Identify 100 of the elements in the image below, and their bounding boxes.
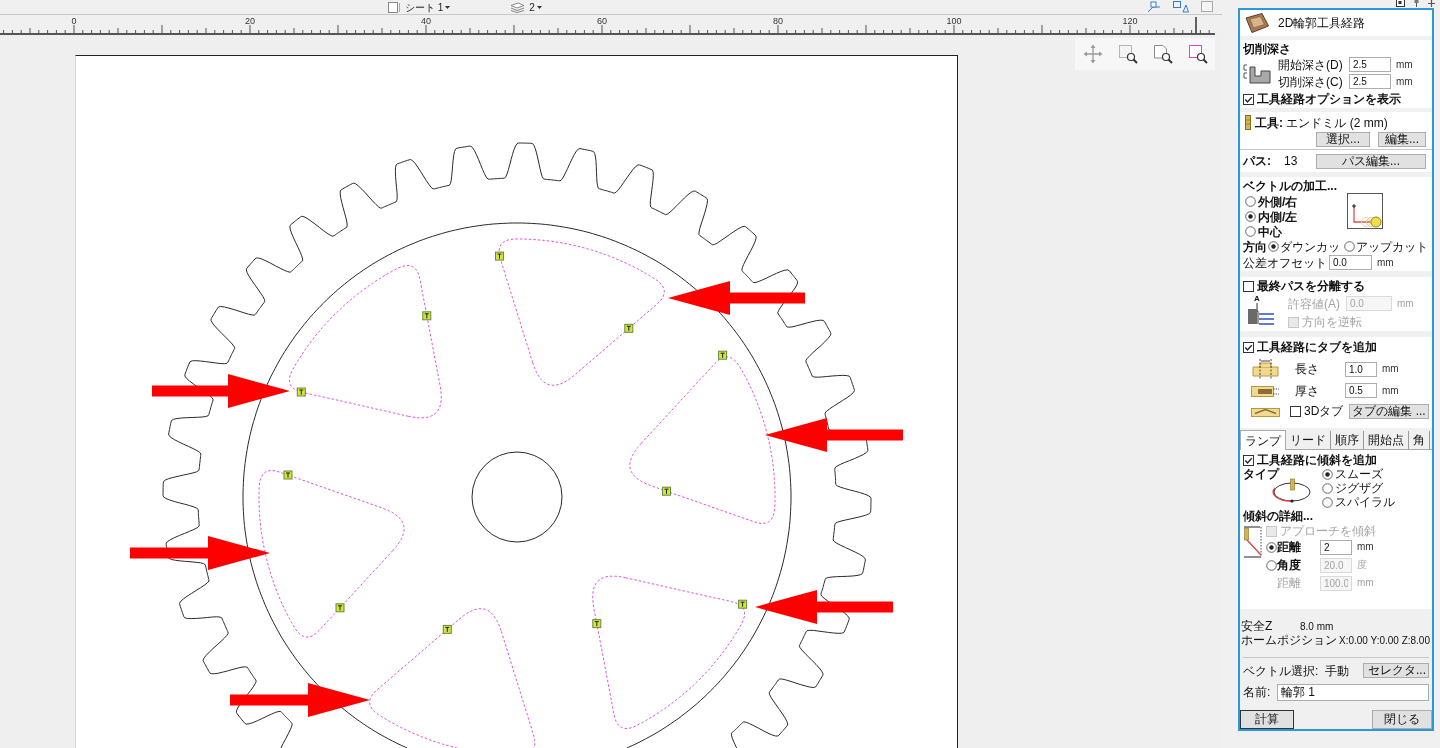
- tab-marker-icon[interactable]: [662, 486, 671, 496]
- field-label: 公差オフセット: [1243, 255, 1328, 270]
- field-label: 距離: [1277, 576, 1302, 590]
- dialog-button[interactable]: 計算: [1240, 710, 1294, 729]
- checkbox-label: 工具経路にタブを追加: [1257, 340, 1377, 354]
- tab-marker-icon[interactable]: [495, 251, 504, 261]
- depth-input[interactable]: 2.5: [1349, 57, 1391, 72]
- radio-button[interactable]: [1245, 226, 1256, 237]
- page-zoom-icon[interactable]: [1152, 44, 1173, 64]
- pass-count: 13: [1284, 154, 1298, 168]
- unit-label: mm: [1396, 57, 1413, 72]
- radio-label: 中心: [1258, 224, 1282, 239]
- ruler-label: 100: [946, 16, 962, 26]
- name-input[interactable]: 輪郭 1: [1277, 683, 1429, 701]
- gear-outline[interactable]: [162, 142, 872, 748]
- checkbox[interactable]: [1243, 280, 1254, 292]
- option-tab[interactable]: リード: [1286, 431, 1331, 449]
- tab-size-input[interactable]: 1.0: [1345, 361, 1377, 377]
- selection-zoom-icon[interactable]: [1187, 44, 1208, 64]
- ramp-input[interactable]: 2: [1320, 539, 1352, 555]
- option-tab[interactable]: 角: [1409, 431, 1430, 449]
- section-heading: 切削深さ: [1243, 42, 1292, 56]
- unit-label: mm: [1357, 576, 1374, 590]
- checkbox[interactable]: [1243, 341, 1254, 353]
- tab-size-input[interactable]: 0.5: [1345, 383, 1377, 398]
- radio-button[interactable]: [1266, 541, 1277, 553]
- checkbox[interactable]: [1290, 405, 1301, 417]
- checkbox-label: 工具経路オプションを表示: [1257, 92, 1401, 106]
- safe-z-value: 8.0 mm: [1300, 620, 1334, 634]
- pin-icon[interactable]: [1414, 0, 1419, 7]
- option-tab[interactable]: ランプ: [1240, 430, 1286, 450]
- move-icon[interactable]: [1082, 44, 1103, 64]
- tab-3d-icon: [1251, 405, 1280, 417]
- radio-button[interactable]: [1322, 482, 1333, 494]
- field-label: 安全Z: [1241, 619, 1274, 633]
- section-heading: 傾斜の詳細...: [1243, 509, 1314, 523]
- square-zoom-icon[interactable]: [1117, 44, 1138, 64]
- ramp-slope-icon: [1243, 524, 1263, 560]
- field-label: 方向: [1243, 239, 1268, 254]
- option-tab[interactable]: 開始点: [1364, 431, 1409, 449]
- tab-marker-icon[interactable]: [283, 470, 293, 480]
- checkbox[interactable]: [1243, 454, 1254, 466]
- tab-marker-icon[interactable]: [442, 624, 452, 634]
- edit-tabs-button[interactable]: タブの編集 ...: [1349, 403, 1429, 419]
- ruler-label: 0: [71, 16, 77, 26]
- shapes-icon[interactable]: [1173, 1, 1189, 13]
- tab-marker-icon[interactable]: [335, 603, 345, 613]
- plate-icon: [1244, 12, 1270, 34]
- option-tab[interactable]: 順序: [1331, 431, 1364, 449]
- unit-label: mm: [1382, 362, 1399, 376]
- section-heading: ベクトルの加工...: [1243, 179, 1338, 193]
- caret-icon: [536, 6, 542, 9]
- field-label: パス:: [1243, 154, 1272, 168]
- tab-marker-icon[interactable]: [738, 599, 748, 609]
- selection-mode: 手動: [1325, 663, 1349, 678]
- selector-button[interactable]: セレクタ...: [1363, 663, 1429, 678]
- checkbox-label: アプローチを傾斜: [1280, 524, 1376, 538]
- plus-icon[interactable]: [1428, 0, 1435, 7]
- layers-icon[interactable]: [510, 1, 526, 13]
- edit-passes-button[interactable]: パス編集...: [1316, 153, 1426, 169]
- depth-profile-icon: [1243, 62, 1271, 84]
- layer-dropdown[interactable]: 2: [529, 2, 542, 13]
- tool-button[interactable]: 編集...: [1378, 132, 1426, 147]
- window-icon[interactable]: [1396, 0, 1405, 7]
- radio-label: 内側/左: [1258, 209, 1298, 224]
- offset-input[interactable]: 0.0: [1329, 255, 1372, 270]
- tab-marker-icon[interactable]: [422, 311, 432, 321]
- radio-button[interactable]: [1322, 468, 1333, 480]
- dialog-button[interactable]: 閉じる: [1372, 710, 1432, 729]
- ruler-label: 40: [421, 16, 431, 26]
- field-label: 開始深さ(D): [1278, 57, 1344, 72]
- tab-marker-icon[interactable]: [718, 350, 728, 360]
- sheet-dropdown[interactable]: シート 1: [405, 2, 451, 13]
- field-label: 切削深さ(C): [1278, 74, 1344, 89]
- depth-input[interactable]: 2.5: [1349, 74, 1391, 89]
- radio-button[interactable]: [1322, 496, 1333, 508]
- panel-title: 2D輪郭工具経路: [1278, 16, 1366, 30]
- radio-button[interactable]: [1344, 241, 1355, 252]
- checkbox[interactable]: [1243, 93, 1254, 105]
- sheet-icon[interactable]: [388, 2, 401, 13]
- tool-button[interactable]: 選択...: [1316, 132, 1370, 147]
- tool-bit-icon: [1245, 115, 1251, 130]
- node-snap-icon[interactable]: [1147, 1, 1161, 13]
- radio-button[interactable]: [1245, 211, 1256, 222]
- radio-label: ジグザグ: [1335, 481, 1383, 495]
- tab-marker-icon[interactable]: [624, 323, 634, 333]
- radio-label: ダウンカッ: [1280, 239, 1340, 254]
- field-label: 名前:: [1243, 685, 1272, 699]
- field-label: 角度: [1277, 558, 1302, 572]
- radio-button[interactable]: [1245, 196, 1256, 207]
- field-label: 長さ: [1295, 362, 1320, 376]
- offset-preview-icon: [1347, 193, 1383, 229]
- radio-label: アップカット: [1356, 239, 1428, 254]
- radio-label: スムーズ: [1335, 467, 1383, 481]
- field-label: 厚さ: [1295, 383, 1320, 398]
- unit-label: 度: [1357, 558, 1367, 572]
- tab-marker-icon[interactable]: [592, 619, 602, 629]
- tab-marker-icon[interactable]: [296, 387, 306, 397]
- center-hole[interactable]: [471, 451, 563, 543]
- radio-button[interactable]: [1268, 241, 1279, 252]
